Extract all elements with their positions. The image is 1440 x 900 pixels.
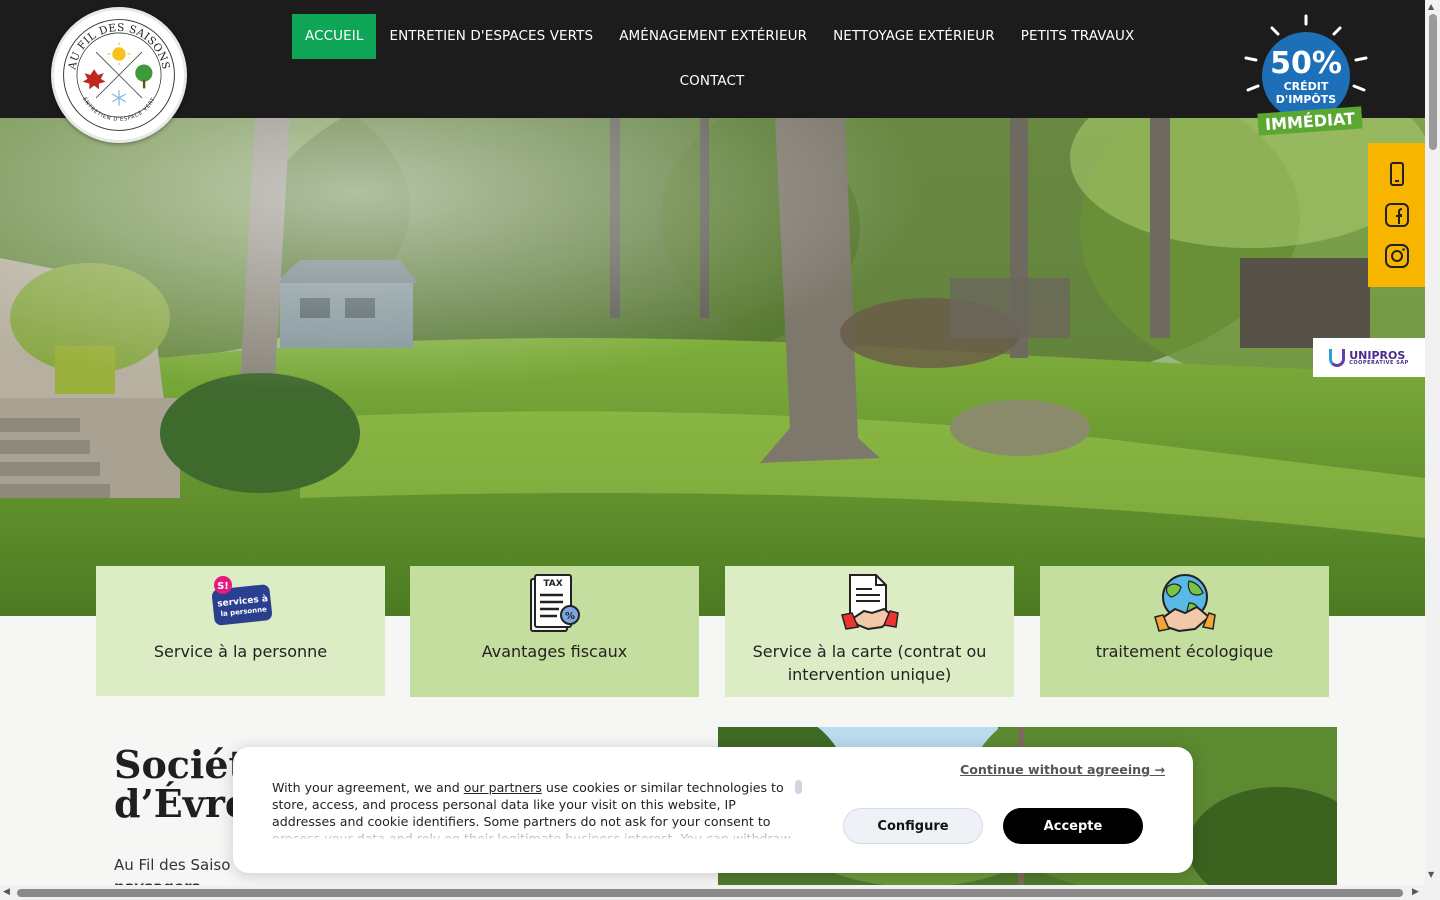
- continue-without-agreeing-link[interactable]: Continue without agreeing →: [960, 762, 1165, 777]
- accept-button[interactable]: Accepte: [1003, 808, 1143, 844]
- eco-globe-handshake-icon: [1153, 573, 1217, 635]
- feature-label: Service à la personne: [153, 642, 328, 661]
- unipros-logo[interactable]: UNIPROS COOPERATIVE SAP: [1313, 338, 1425, 377]
- cookie-text-before: With your agreement, we and: [272, 780, 464, 795]
- feature-service-a-la-carte[interactable]: Service à la carte (contrat ou intervent…: [725, 566, 1014, 697]
- cookie-text-fade: [272, 825, 798, 841]
- feature-label: Avantages fiscaux: [481, 642, 628, 661]
- feature-label: Service à la carte (contrat ou intervent…: [752, 642, 987, 684]
- vertical-scrollbar[interactable]: ▲ ▼: [1425, 0, 1440, 900]
- nav-item-accueil[interactable]: ACCUEIL: [292, 14, 377, 59]
- feature-label: traitement écologique: [1095, 642, 1274, 661]
- feature-traitement-ecologique[interactable]: traitement écologique: [1040, 566, 1329, 697]
- scroll-down-arrow-icon[interactable]: ▼: [1428, 870, 1434, 879]
- tax-line1: CRÉDIT: [1284, 80, 1329, 93]
- main-nav: ACCUEIL ENTRETIEN D'ESPACES VERTS AMÉNAG…: [292, 14, 1134, 104]
- page-title: Sociét d’Évre: [114, 745, 249, 823]
- instagram-icon[interactable]: [1384, 243, 1410, 269]
- hero-garden-image: [0, 118, 1425, 616]
- nav-item-contact[interactable]: CONTACT: [667, 59, 758, 104]
- nav-item-amenagement-exterieur[interactable]: AMÉNAGEMENT EXTÉRIEUR: [606, 14, 820, 59]
- feature-boxes: S! services à la personne Service à la p…: [96, 566, 1329, 698]
- horizontal-scrollbar[interactable]: ◀ ▶: [0, 885, 1425, 900]
- page-title-line2: d’Évre: [114, 781, 250, 826]
- our-partners-link[interactable]: our partners: [464, 780, 542, 795]
- unipros-u-icon: [1329, 348, 1346, 367]
- configure-button[interactable]: Configure: [843, 808, 983, 844]
- tax-line2: D'IMPÔTS: [1276, 93, 1336, 106]
- svg-text:S!: S!: [217, 581, 229, 592]
- contract-handshake-icon: [838, 573, 902, 635]
- site-logo[interactable]: AU FIL DES SAISONS ENTRETIEN D'ESPACE VE…: [51, 7, 187, 143]
- facebook-icon[interactable]: [1384, 202, 1410, 228]
- nav-item-nettoyage-exterieur[interactable]: NETTOYAGE EXTÉRIEUR: [820, 14, 1008, 59]
- horizontal-scroll-thumb[interactable]: [17, 889, 1403, 897]
- tax-percent: 50%: [1270, 46, 1342, 81]
- site-header: ACCUEIL ENTRETIEN D'ESPACES VERTS AMÉNAG…: [0, 0, 1425, 118]
- phone-icon[interactable]: [1384, 161, 1410, 187]
- feature-service-personne[interactable]: S! services à la personne Service à la p…: [96, 566, 385, 696]
- scroll-left-arrow-icon[interactable]: ◀: [3, 887, 10, 897]
- nav-item-entretien-espaces-verts[interactable]: ENTRETIEN D'ESPACES VERTS: [376, 14, 606, 59]
- intro-text: Au Fil des Saiso: [114, 856, 231, 874]
- services-a-la-personne-icon: S! services à la personne: [209, 573, 273, 635]
- social-sidebar: [1368, 143, 1425, 287]
- svg-text:%: %: [564, 611, 574, 622]
- tax-document-icon: TAX %: [523, 573, 587, 635]
- cookie-text-scrollbar[interactable]: [795, 780, 802, 794]
- scroll-up-arrow-icon[interactable]: ▲: [1428, 2, 1434, 11]
- cookie-consent-banner: With your agreement, we and our partners…: [233, 747, 1193, 873]
- tax-credit-badge: 50% CRÉDIT D'IMPÔTS IMMÉDIAT: [1232, 10, 1380, 140]
- vertical-scroll-thumb[interactable]: [1429, 14, 1437, 150]
- feature-avantages-fiscaux[interactable]: TAX % Avantages fiscaux: [410, 566, 699, 697]
- nav-item-petits-travaux[interactable]: PETITS TRAVAUX: [1008, 14, 1148, 59]
- unipros-subtitle: COOPERATIVE SAP: [1349, 359, 1409, 366]
- scroll-right-arrow-icon[interactable]: ▶: [1412, 887, 1419, 897]
- svg-text:TAX: TAX: [543, 579, 562, 589]
